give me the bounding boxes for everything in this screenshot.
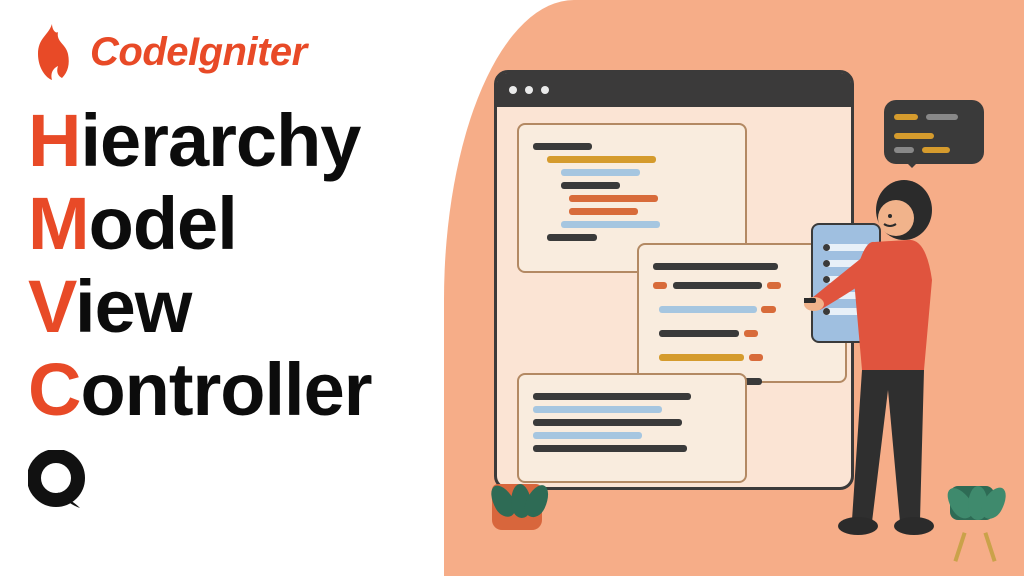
- hmvc-terms: Hierarchy Model View Controller: [28, 100, 468, 432]
- q-logo-icon: [28, 450, 468, 515]
- term-controller: Controller: [28, 349, 468, 432]
- illustration: [484, 60, 984, 540]
- brand-name: CodeIgniter: [90, 30, 307, 75]
- term-hierarchy: Hierarchy: [28, 100, 468, 183]
- browser-window: [494, 70, 854, 490]
- speech-bubble-icon: [884, 100, 984, 164]
- term-model: Model: [28, 183, 468, 266]
- plant-left: [492, 484, 542, 530]
- term-view: View: [28, 266, 468, 349]
- plant-right: [950, 486, 994, 520]
- code-pane-3: [517, 373, 747, 483]
- brand-row: CodeIgniter: [28, 22, 468, 82]
- browser-titlebar: [497, 73, 851, 107]
- flame-icon: [28, 22, 76, 82]
- left-panel: CodeIgniter Hierarchy Model View Control…: [28, 22, 468, 515]
